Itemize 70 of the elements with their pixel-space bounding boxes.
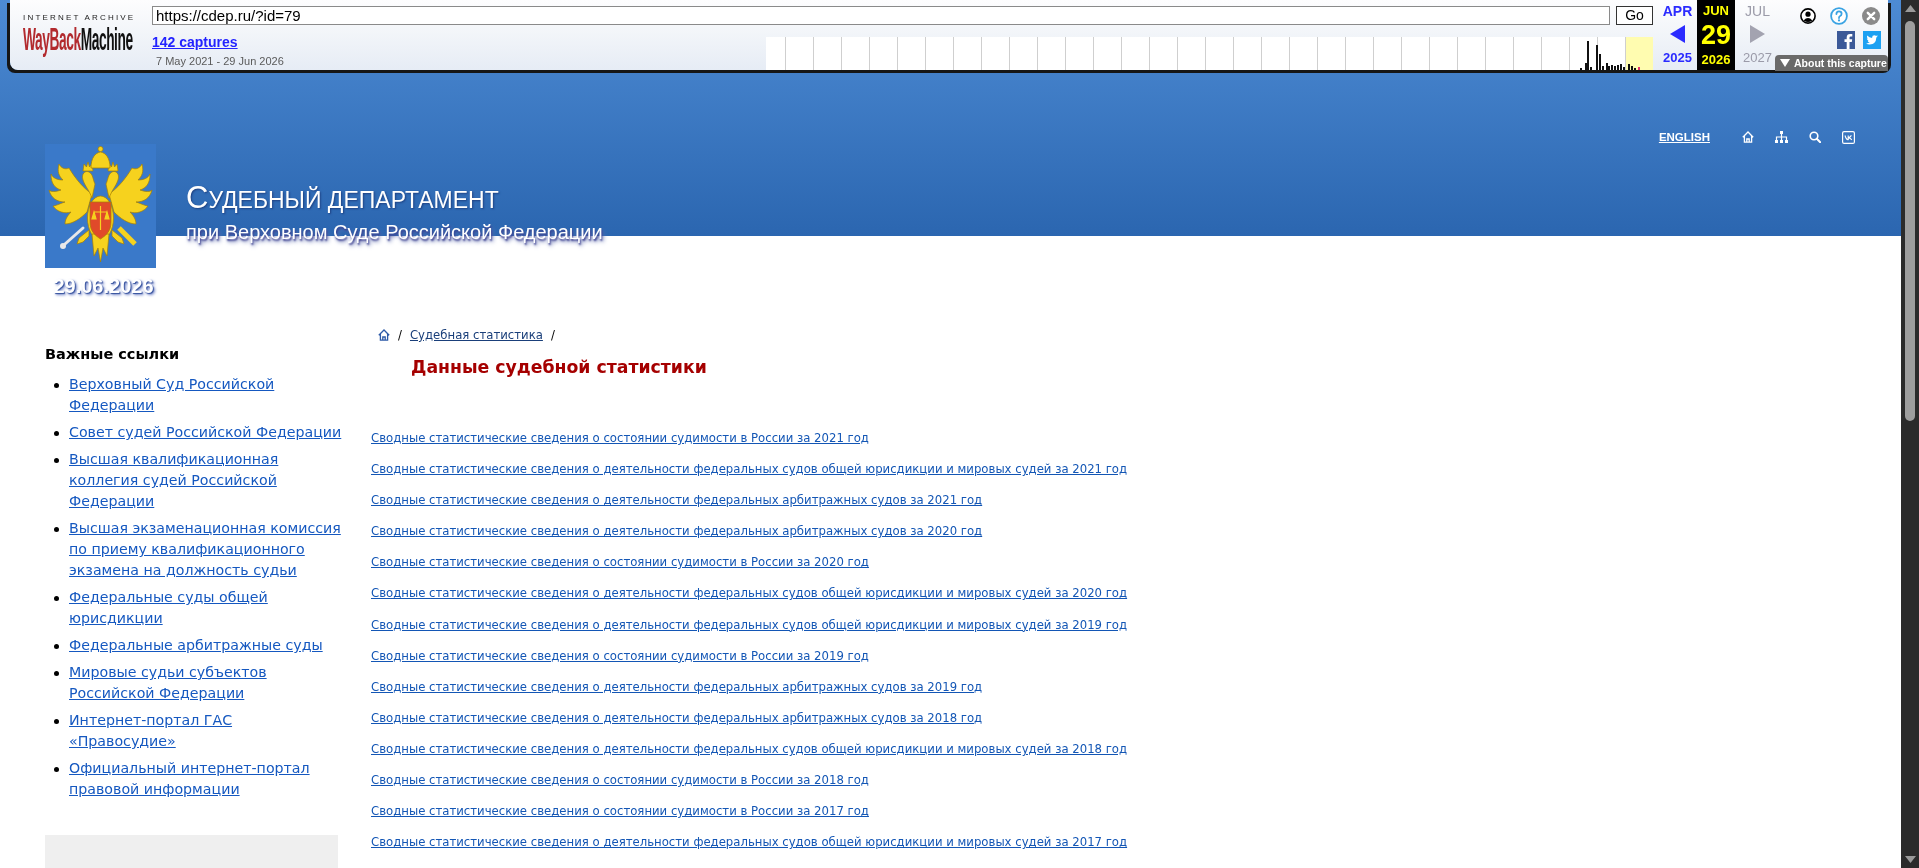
captures-link[interactable]: 142 captures <box>152 34 238 50</box>
go-button[interactable]: Go <box>1616 6 1653 25</box>
current-date: 29.06.2026 <box>53 274 154 298</box>
bullet-icon <box>54 671 59 676</box>
sidebar-link[interactable]: Федеральные арбитражные суды <box>69 635 323 656</box>
document-link[interactable]: Сводные статистические сведения о состоянии судимости в России за 2020 год <box>371 554 869 571</box>
document-link[interactable]: Сводные статистические сведения о деятельности федеральных арбитражных судов за 2020 год <box>371 523 983 540</box>
scrollbar[interactable] <box>1901 0 1919 868</box>
next-month-label: JUL <box>1745 3 1770 19</box>
sitemap-icon[interactable] <box>1775 131 1788 143</box>
document-link[interactable]: Сводные статистические сведения о состоянии судимости в России за 2021 год <box>371 430 869 446</box>
document-link[interactable]: Сводные статистические сведения о деятельности федеральных судов общей юрисдикции и мировых судей за 2017 год <box>371 834 1128 851</box>
search-icon[interactable] <box>1809 131 1821 143</box>
language-link[interactable]: ENGLISH <box>1658 130 1710 144</box>
scrollbar-thumb[interactable] <box>1905 21 1915 421</box>
bullet-icon <box>54 767 59 772</box>
bullet-icon <box>54 431 59 436</box>
next-year-label: 2027 <box>1743 50 1772 65</box>
document-link[interactable]: Сводные статистические сведения о состоянии судимости в России за 2017 год <box>371 803 869 820</box>
sidebar-link[interactable]: Мировые судьи субъектов Российской Федерации <box>69 662 342 704</box>
document-link[interactable]: Сводные статистические сведения о деятельности федеральных судов общей юрисдикции и мировых судей за 2019 год <box>371 616 1128 633</box>
site-title: СУДЕБНЫЙ ДЕПАРТАМЕНТ <box>186 181 499 217</box>
capture-date-range: 7 May 2021 - 29 Jun 2026 <box>156 55 284 67</box>
sidebar-link[interactable]: Высшая квалификационная коллегия судей Российской Федерации <box>69 449 342 512</box>
sidebar-link[interactable]: Высшая экзаменационная комиссия по приему квалификационного экзамена на должность судьи <box>69 518 342 581</box>
page-title: Данные судебной статистики <box>411 356 707 379</box>
sidebar-heading: Важные ссылки <box>45 345 180 364</box>
sidebar-link[interactable]: Официальный интернет-портал правовой информации <box>69 758 342 800</box>
logo-caption[interactable]: INTERNET ARCHIVE <box>23 13 136 22</box>
about-capture-button[interactable]: About this capture <box>1775 55 1888 71</box>
document-link[interactable]: Сводные статистические сведения о деятельности федеральных арбитражных судов за 2019 год <box>371 678 983 695</box>
bullet-icon <box>54 719 59 724</box>
eagle-emblem-drawing[interactable] <box>45 144 156 268</box>
help-icon[interactable] <box>1830 7 1848 25</box>
bullet-icon <box>54 383 59 388</box>
document-link[interactable]: Сводные статистические сведения о деятельности федеральных арбитражных судов за 2021 год <box>371 492 983 509</box>
home-icon[interactable] <box>378 329 390 341</box>
document-link[interactable]: Сводные статистические сведения о деятельности федеральных судов общей юрисдикции и мировых судей за 2018 год <box>371 740 1128 757</box>
document-link[interactable]: Сводные статистические сведения о состоянии судимости в России за 2018 год <box>371 772 869 789</box>
close-icon[interactable] <box>1862 7 1880 25</box>
bullet-icon <box>54 596 59 601</box>
url-field[interactable]: https://cdep.ru/?id=79 <box>152 6 1610 25</box>
current-day-label: 29 <box>1700 20 1731 50</box>
sidebar-link[interactable]: Интернет-портал ГАС «Правосудие» <box>69 710 342 752</box>
previous-year-link[interactable]: 2025 <box>1663 50 1692 65</box>
breadcrumb-separator: / <box>550 327 555 343</box>
sidebar-link[interactable]: Верховный Суд Российской Федерации <box>69 374 342 416</box>
bullet-icon <box>54 527 59 532</box>
right-arrow-icon <box>1750 25 1765 43</box>
caret-icon <box>1780 59 1790 67</box>
facebook-icon[interactable] <box>1837 31 1855 49</box>
document-link[interactable]: Сводные статистические сведения о деятельности федеральных судов общей юрисдикции и мировых судей за 2021 год <box>371 461 1128 478</box>
bullet-icon <box>54 644 59 649</box>
sidebar-link[interactable]: Совет судей Российской Федерации <box>69 422 342 443</box>
square-logo-icon[interactable] <box>1842 130 1855 144</box>
bullet-icon <box>54 458 59 463</box>
sidebar-link[interactable]: Федеральные суды общей юрисдикции <box>69 587 342 629</box>
up-arrow-icon[interactable] <box>1904 5 1916 12</box>
left-arrow-icon[interactable] <box>1670 25 1685 43</box>
document-link[interactable]: Сводные статистические сведения о деятельности федеральных арбитражных судов за 2018 год <box>371 709 983 726</box>
breadcrumb-separator: / <box>398 327 402 343</box>
user-icon[interactable] <box>1800 8 1816 24</box>
breadcrumb-link[interactable]: Судебная статистика <box>409 327 543 343</box>
current-month-label: JUN <box>1703 3 1729 18</box>
twitter-bird-icon[interactable] <box>1863 31 1881 49</box>
current-year-label: 2026 <box>1701 52 1731 67</box>
down-arrow-icon[interactable] <box>1904 856 1916 863</box>
document-link[interactable]: Сводные статистические сведения о состоянии судимости в России за 2019 год <box>371 647 869 664</box>
previous-month-link[interactable]: APR <box>1662 3 1693 19</box>
document-link[interactable]: Сводные статистические сведения о деятельности федеральных судов общей юрисдикции и мировых судей за 2020 год <box>371 585 1128 602</box>
